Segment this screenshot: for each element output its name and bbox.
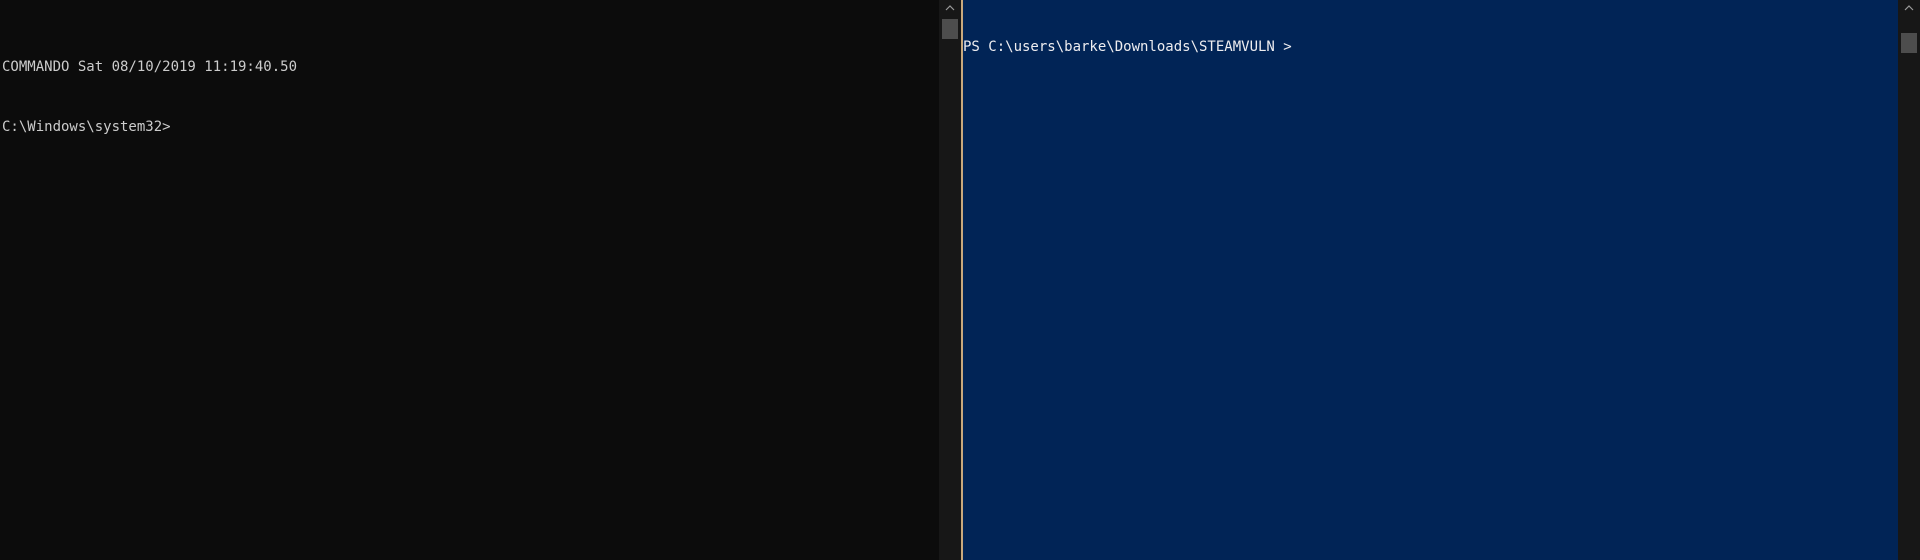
cmd-output: COMMANDO Sat 08/10/2019 11:19:40.50 C:\W…: [2, 17, 297, 177]
cmd-banner-line: COMMANDO Sat 08/10/2019 11:19:40.50: [2, 59, 298, 75]
powershell-prompt-line[interactable]: PS C:\users\barke\Downloads\STEAMVULN >: [963, 37, 1292, 57]
chevron-up-icon: [945, 5, 955, 11]
cmd-pane[interactable]: COMMANDO Sat 08/10/2019 11:19:40.50 C:\W…: [0, 0, 939, 560]
powershell-scrollbar[interactable]: [1898, 0, 1920, 560]
cmd-scroll-up-button[interactable]: [939, 0, 961, 16]
powershell-pane[interactable]: PS C:\users\barke\Downloads\STEAMVULN >: [963, 0, 1898, 560]
chevron-up-icon: [1904, 5, 1914, 11]
powershell-scroll-up-button[interactable]: [1898, 0, 1920, 16]
powershell-output: PS C:\users\barke\Downloads\STEAMVULN >: [963, 0, 1292, 97]
cmd-prompt-line[interactable]: C:\Windows\system32>: [2, 117, 297, 137]
cmd-scroll-thumb[interactable]: [942, 19, 958, 39]
powershell-scroll-thumb[interactable]: [1901, 33, 1917, 53]
split-terminal-window: COMMANDO Sat 08/10/2019 11:19:40.50 C:\W…: [0, 0, 1920, 560]
cmd-scrollbar[interactable]: [939, 0, 961, 560]
